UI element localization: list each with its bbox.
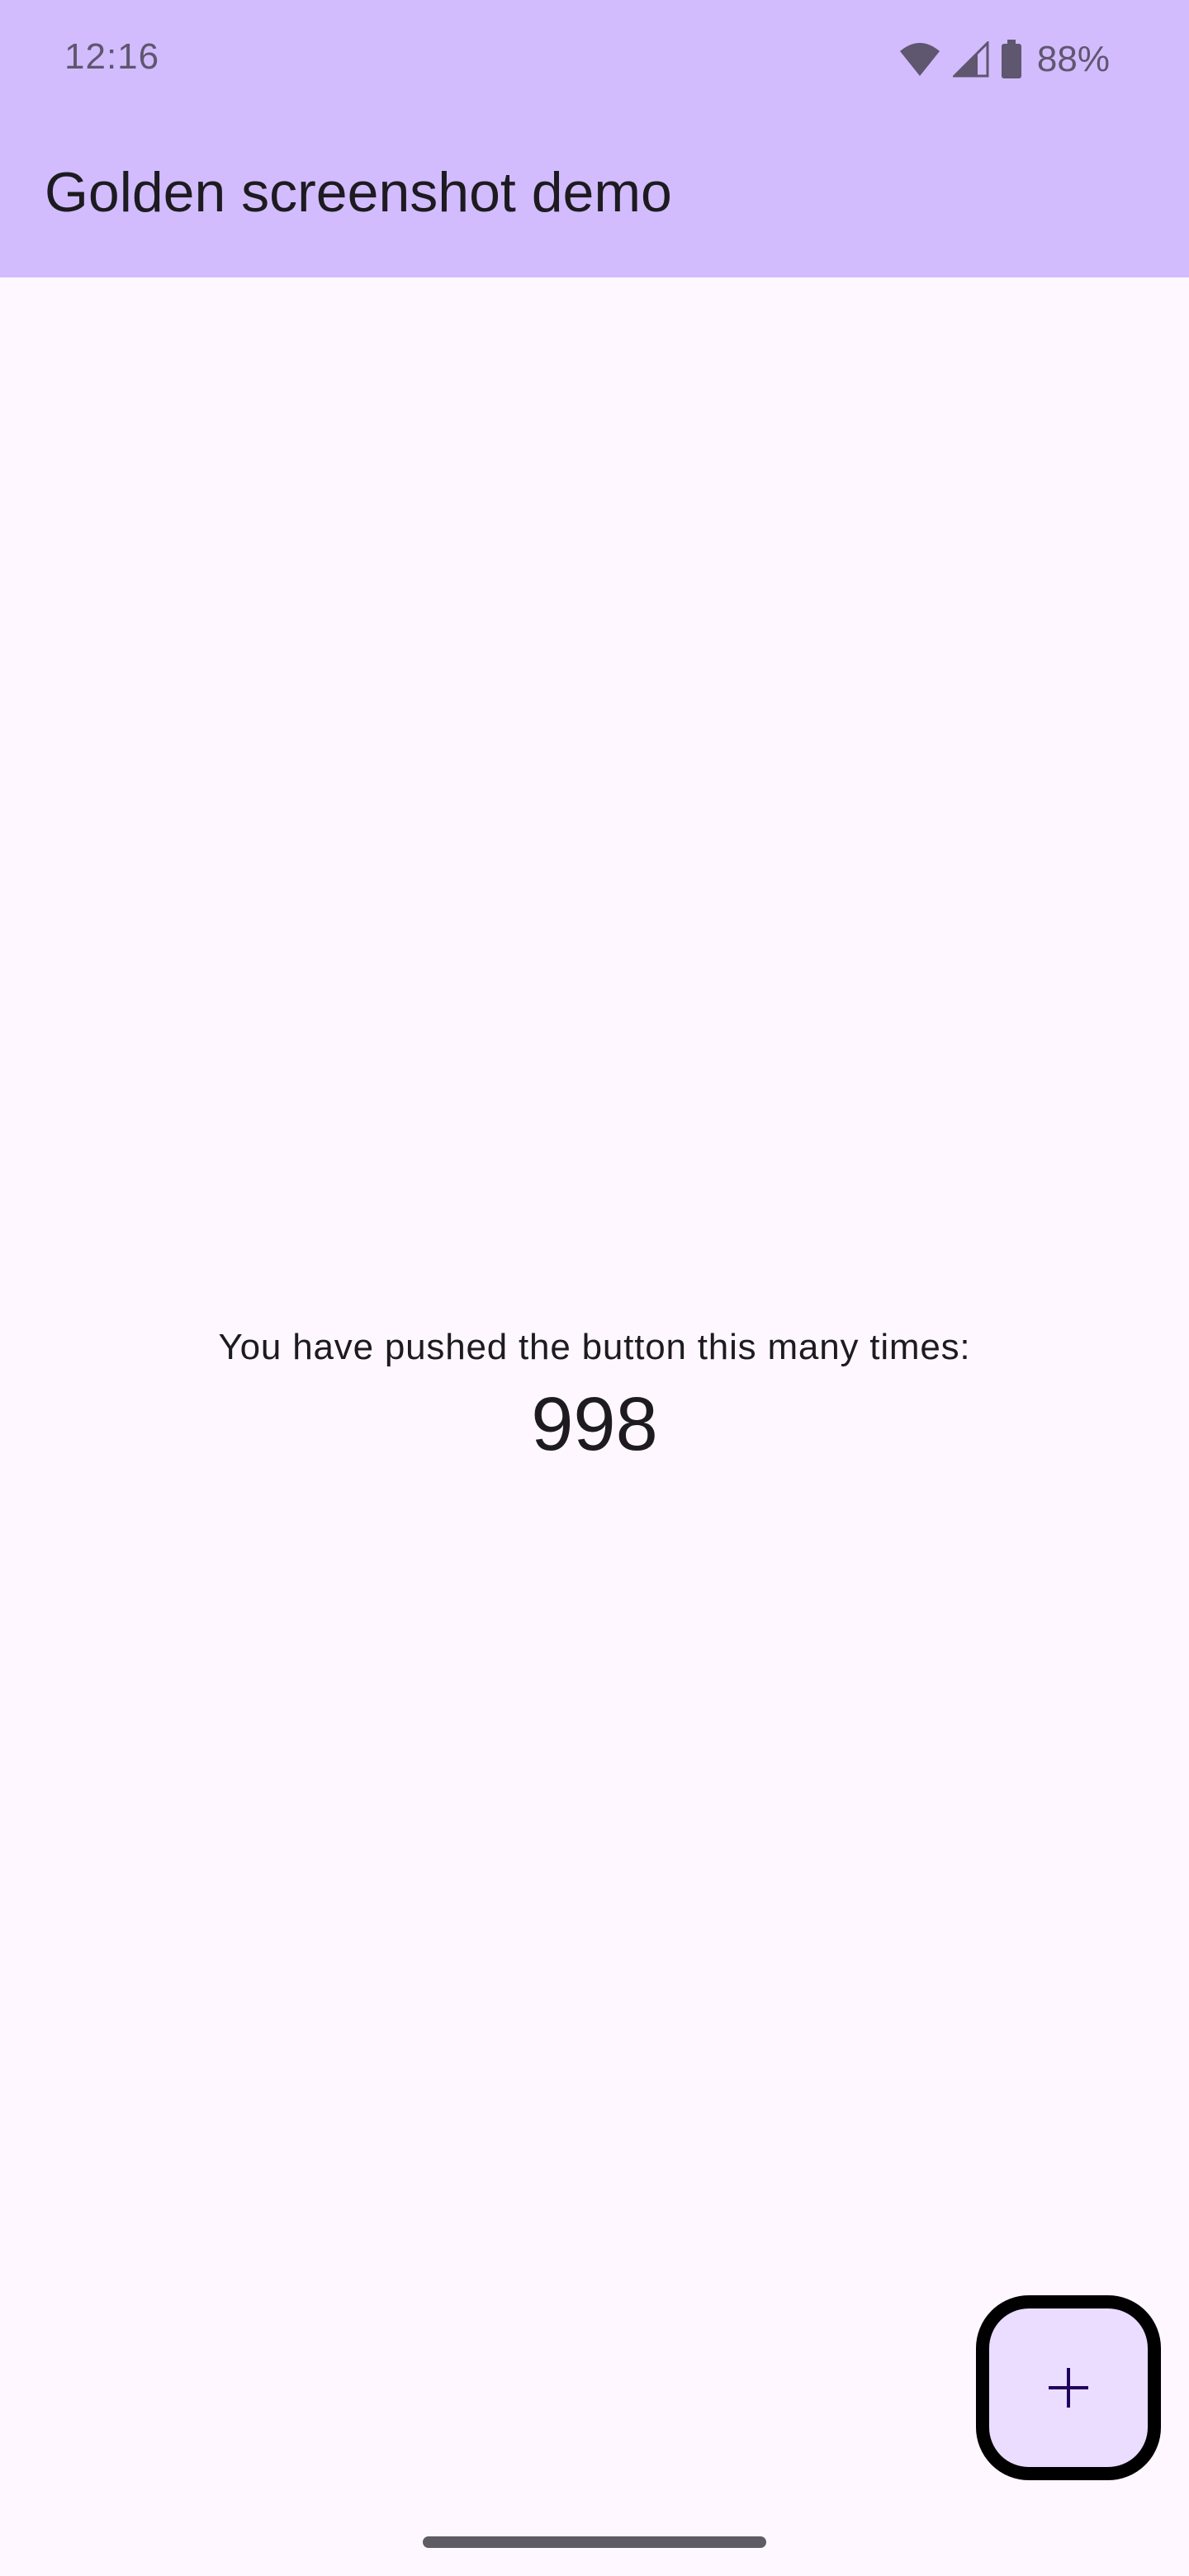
- battery-icon: [1001, 40, 1022, 79]
- cell-signal-icon: [952, 41, 989, 78]
- main-content: You have pushed the button this many tim…: [0, 277, 1189, 2576]
- status-time: 12:16: [64, 36, 160, 77]
- counter-label: You have pushed the button this many tim…: [218, 1327, 971, 1367]
- status-bar: 12:16 88%: [0, 0, 1189, 119]
- battery-percent: 88%: [1036, 39, 1110, 79]
- app-bar: Golden screenshot demo: [0, 119, 1189, 277]
- counter-block: You have pushed the button this many tim…: [0, 1321, 1189, 1470]
- wifi-icon: [898, 41, 941, 78]
- home-indicator[interactable]: [423, 2536, 766, 2548]
- status-icons: 88%: [898, 38, 1110, 81]
- increment-button[interactable]: [976, 2295, 1161, 2480]
- add-icon: [1047, 2366, 1090, 2409]
- page-title: Golden screenshot demo: [45, 161, 672, 224]
- counter-value: 998: [531, 1382, 658, 1466]
